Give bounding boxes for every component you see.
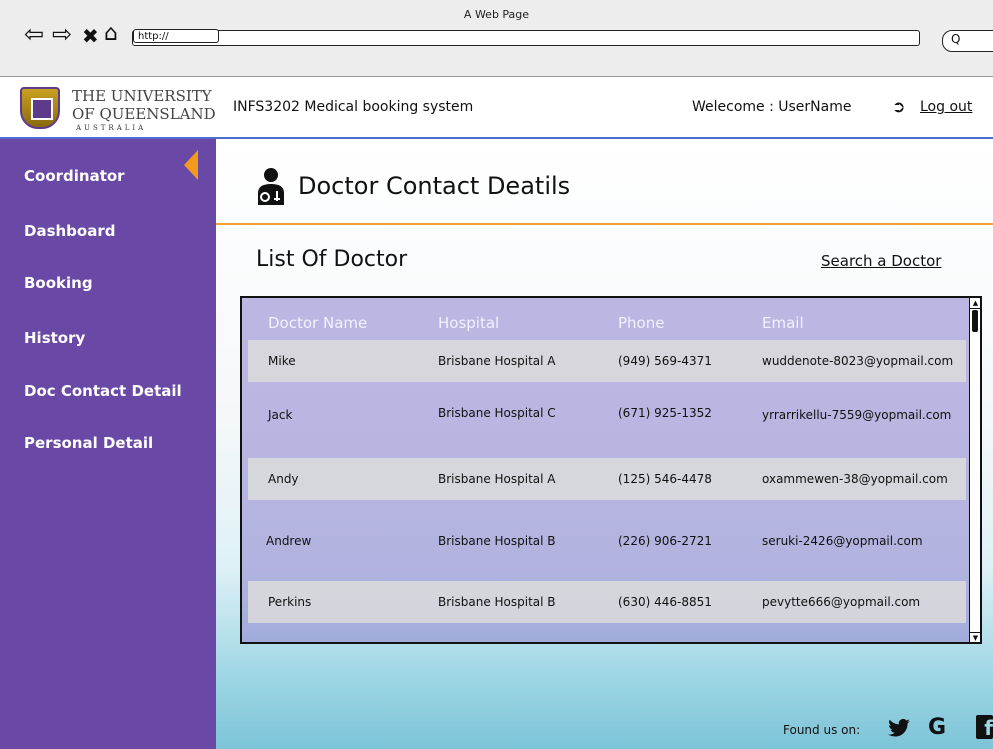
logo-line-2: OF QUEENSLAND (72, 105, 216, 123)
university-logo[interactable]: THE UNIVERSITY OF QUEENSLAND AUSTRALIA (20, 83, 216, 132)
active-indicator-icon (184, 150, 198, 180)
found-us-label: Found us on: (783, 723, 861, 737)
cell-email: pevytte666@yopmail.com (762, 595, 921, 609)
search-doctor-link[interactable]: Search a Doctor (821, 252, 941, 270)
crest-icon (20, 87, 60, 129)
table-row[interactable]: Mike Brisbane Hospital A (949) 569-4371 … (248, 340, 966, 382)
search-icon: Q (951, 32, 961, 46)
cell-hospital: Brisbane Hospital A (438, 472, 556, 486)
cell-hospital: Brisbane Hospital B (438, 595, 556, 609)
sidebar-item-history[interactable]: History (24, 329, 85, 347)
forward-icon[interactable]: ⇨ (52, 22, 72, 46)
scroll-down-icon[interactable]: ▼ (970, 632, 980, 642)
table-row[interactable]: Perkins Brisbane Hospital B (630) 446-88… (248, 581, 966, 623)
table-row[interactable]: Andrew Brisbane Hospital B (226) 906-272… (248, 520, 966, 562)
facebook-icon[interactable]: f (976, 715, 993, 740)
stop-icon[interactable]: ✖ (82, 24, 99, 48)
logo-line-1: THE UNIVERSITY (72, 87, 212, 105)
sidebar-item-personal-detail[interactable]: Personal Detail (24, 434, 153, 452)
table-row[interactable]: Jack Brisbane Hospital C (671) 925-1352 … (248, 394, 966, 436)
cell-phone: (671) 925-1352 (618, 406, 712, 420)
sidebar-item-coordinator[interactable]: Coordinator (24, 167, 125, 185)
title-divider (216, 223, 993, 225)
logo-line-3: AUSTRALIA (76, 124, 147, 132)
scroll-up-icon[interactable]: ▲ (970, 298, 980, 309)
sidebar-item-dashboard[interactable]: Dashboard (24, 222, 115, 240)
doctor-table: Doctor Name Hospital Phone Email Mike Br… (240, 296, 982, 644)
column-header-email: Email (762, 314, 804, 332)
main-content: Doctor Contact Deatils List Of Doctor Se… (216, 139, 993, 749)
cell-phone: (226) 906-2721 (618, 534, 712, 548)
list-heading: List Of Doctor (256, 247, 408, 272)
cell-email: wuddenote-8023@yopmail.com (762, 354, 954, 368)
cell-name: Perkins (268, 595, 312, 609)
browser-search-box[interactable]: Q (942, 30, 993, 52)
cell-hospital: Brisbane Hospital C (438, 406, 556, 420)
cell-phone: (125) 546-4478 (618, 472, 712, 486)
column-header-name: Doctor Name (268, 314, 368, 332)
cell-phone: (630) 446-8851 (618, 595, 712, 609)
column-header-phone: Phone (618, 314, 665, 332)
logout-link[interactable]: Log out (920, 99, 972, 115)
cell-phone: (949) 569-4371 (618, 354, 712, 368)
cell-email: yrrarrikellu-7559@yopmail.com (762, 408, 952, 422)
cell-hospital: Brisbane Hospital A (438, 354, 556, 368)
sidebar-item-booking[interactable]: Booking (24, 274, 93, 292)
browser-chrome: A Web Page ⇦ ⇨ ✖ ⌂ http:// Q (0, 0, 993, 77)
sidebar-item-doc-contact-detail[interactable]: Doc Contact Detail (24, 382, 182, 400)
logout-icon[interactable]: ➲ (892, 97, 905, 116)
window-title: A Web Page (463, 8, 530, 21)
site-header: THE UNIVERSITY OF QUEENSLAND AUSTRALIA I… (0, 77, 993, 139)
google-icon[interactable]: G (928, 715, 946, 740)
cell-name: Mike (268, 354, 296, 368)
table-row[interactable]: Andy Brisbane Hospital A (125) 546-4478 … (248, 458, 966, 500)
sidebar: Coordinator Dashboard Booking History Do… (0, 139, 216, 749)
cell-email: oxammewen-38@yopmail.com (762, 472, 948, 486)
doctor-icon (258, 168, 284, 205)
twitter-icon[interactable] (888, 719, 910, 737)
home-icon[interactable]: ⌂ (104, 22, 118, 46)
cell-name: Jack (268, 408, 293, 422)
address-bar[interactable] (132, 30, 920, 46)
page-title: Doctor Contact Deatils (298, 172, 571, 200)
column-header-hospital: Hospital (438, 314, 500, 332)
cell-name: Andy (268, 472, 299, 486)
cell-name: Andrew (266, 534, 312, 548)
url-input[interactable]: http:// (133, 29, 219, 43)
cell-hospital: Brisbane Hospital B (438, 534, 556, 548)
scroll-thumb[interactable] (972, 310, 978, 332)
cell-email: seruki-2426@yopmail.com (762, 534, 923, 548)
back-icon[interactable]: ⇦ (24, 22, 44, 46)
app-title: INFS3202 Medical booking system (233, 99, 474, 115)
table-scrollbar[interactable]: ▲ ▼ (969, 298, 980, 642)
welcome-text: Welecome : UserName (692, 99, 852, 115)
